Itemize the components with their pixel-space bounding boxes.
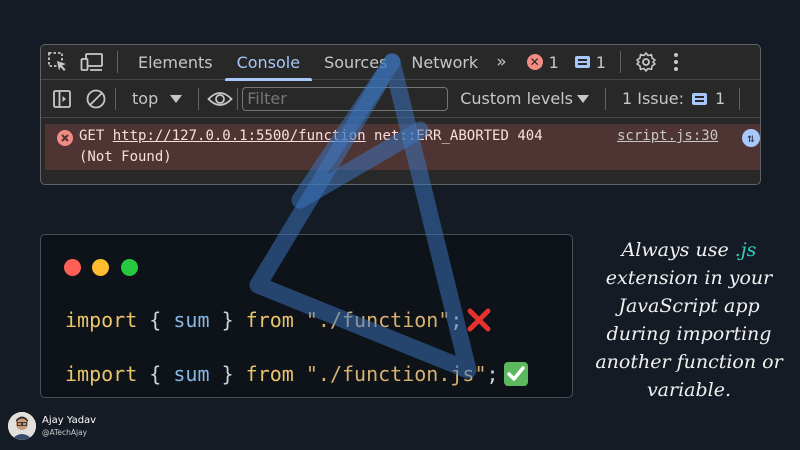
author-info: Ajay Yadav @ATechAjay bbox=[42, 414, 96, 438]
author-handle: @ATechAjay bbox=[42, 428, 88, 437]
clear-console-icon[interactable] bbox=[79, 81, 113, 116]
error-source-link[interactable]: script.js:30 bbox=[617, 128, 718, 144]
tab-network[interactable]: Network bbox=[399, 45, 490, 80]
tab-sources[interactable]: Sources bbox=[312, 45, 399, 80]
code-punct: } bbox=[221, 362, 234, 386]
inspect-element-icon[interactable] bbox=[41, 45, 75, 80]
devtools-tabbar: Elements Console Sources Network » ✕ 1 1 bbox=[41, 45, 760, 81]
code-keyword: import bbox=[65, 308, 138, 332]
author-name: Ajay Yadav bbox=[42, 415, 97, 426]
log-levels-label: Custom levels bbox=[460, 89, 573, 108]
message-counter[interactable]: 1 bbox=[574, 52, 606, 72]
issue-message-icon bbox=[692, 92, 708, 105]
more-tabs-button[interactable]: » bbox=[490, 45, 512, 80]
issues-label: 1 Issue: bbox=[621, 89, 685, 108]
tip-text-after: extension in your JavaScript app during … bbox=[595, 267, 783, 401]
tab-console[interactable]: Console bbox=[224, 45, 313, 81]
live-expression-eye-icon[interactable] bbox=[203, 81, 237, 116]
code-string: "./function" bbox=[305, 308, 451, 332]
code-snippet-window: import { sum } from "./function"; import… bbox=[40, 234, 573, 398]
code-line-correct-import: import { sum } from "./function.js"; bbox=[65, 361, 529, 387]
tip-text: Always use .js extension in your JavaScr… bbox=[586, 236, 792, 404]
issues-count: 1 bbox=[715, 89, 726, 108]
code-keyword: from bbox=[245, 308, 294, 332]
error-circle-icon bbox=[57, 130, 73, 146]
error-icon: ✕ bbox=[526, 54, 543, 70]
code-punct: { bbox=[149, 308, 162, 332]
console-error-message: GET http://127.0.0.1:5500/function net::… bbox=[45, 124, 760, 170]
error-status: (Not Found) bbox=[79, 149, 172, 165]
divider bbox=[115, 87, 116, 110]
cross-mark-icon bbox=[466, 307, 492, 333]
device-toolbar-icon[interactable] bbox=[75, 45, 109, 80]
divider bbox=[619, 51, 621, 73]
error-counter[interactable]: ✕ 1 bbox=[526, 52, 559, 72]
message-icon bbox=[574, 56, 590, 68]
dropdown-arrow-icon bbox=[576, 94, 589, 103]
settings-gear-icon[interactable] bbox=[629, 45, 663, 80]
tip-text-before: Always use bbox=[621, 239, 735, 261]
check-mark-icon bbox=[503, 361, 529, 387]
context-label: top bbox=[132, 89, 159, 108]
window-minimize-dot bbox=[92, 259, 109, 276]
error-method: GET bbox=[79, 128, 105, 144]
code-string: "./function.js" bbox=[305, 362, 487, 386]
divider bbox=[237, 87, 239, 110]
divider bbox=[117, 51, 118, 73]
log-levels-dropdown[interactable]: Custom levels bbox=[460, 89, 589, 108]
context-selector[interactable]: top bbox=[118, 89, 188, 108]
divider bbox=[604, 87, 606, 110]
code-identifier: sum bbox=[173, 308, 210, 332]
sidebar-toggle-icon[interactable] bbox=[45, 81, 79, 116]
code-punct: ; bbox=[486, 362, 499, 386]
console-filter-input[interactable] bbox=[242, 86, 449, 111]
avatar bbox=[8, 412, 36, 440]
window-close-dot bbox=[64, 259, 81, 276]
code-punct: ; bbox=[450, 308, 463, 332]
divider bbox=[739, 87, 741, 110]
dropdown-arrow-icon bbox=[170, 94, 183, 103]
code-keyword: from bbox=[245, 362, 294, 386]
replay-network-icon[interactable]: ⇅ bbox=[742, 129, 760, 147]
more-options-icon[interactable] bbox=[663, 45, 689, 80]
divider bbox=[198, 87, 200, 110]
tip-highlight: .js bbox=[734, 239, 757, 261]
code-line-wrong-import: import { sum } from "./function"; bbox=[65, 307, 492, 333]
error-message: net::ERR_ABORTED 404 bbox=[374, 128, 543, 144]
author-badge: Ajay Yadav @ATechAjay bbox=[8, 412, 96, 440]
devtools-panel: Elements Console Sources Network » ✕ 1 1… bbox=[40, 44, 761, 185]
code-punct: } bbox=[221, 308, 234, 332]
error-line: GET http://127.0.0.1:5500/function net::… bbox=[79, 128, 543, 144]
tab-elements[interactable]: Elements bbox=[126, 45, 225, 80]
code-punct: { bbox=[149, 362, 162, 386]
code-identifier: sum bbox=[173, 362, 210, 386]
window-maximize-dot bbox=[121, 259, 138, 276]
console-toolbar: top Custom levels 1 Issue: 1 bbox=[41, 80, 760, 118]
error-url-link[interactable]: http://127.0.0.1:5500/function bbox=[113, 128, 366, 144]
message-count: 1 bbox=[595, 52, 606, 72]
issues-button[interactable]: 1 Issue: 1 bbox=[622, 89, 725, 108]
code-keyword: import bbox=[65, 362, 138, 386]
error-count: 1 bbox=[548, 52, 559, 72]
